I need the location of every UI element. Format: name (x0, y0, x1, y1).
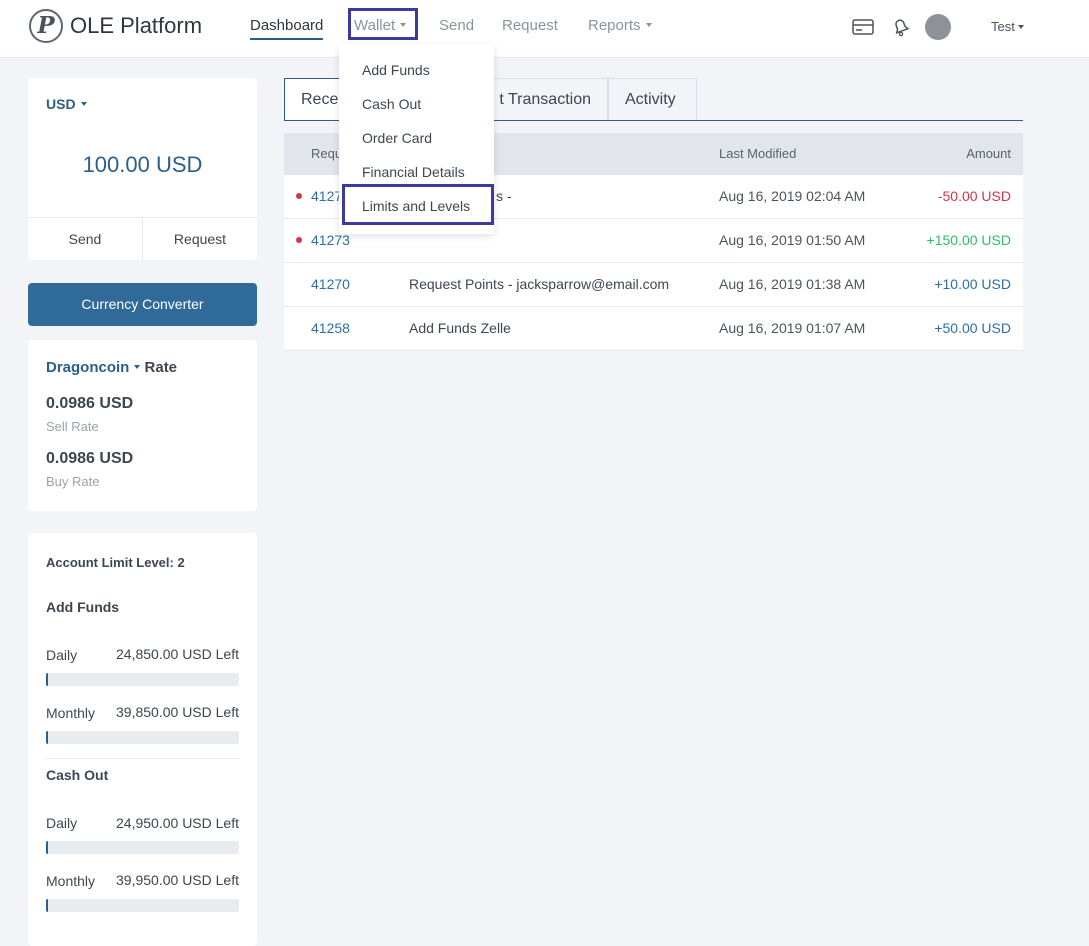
card-icon[interactable] (851, 15, 875, 39)
cash-out-section-title: Cash Out (46, 767, 109, 783)
cash-out-daily-label: Daily (46, 815, 78, 831)
chevron-down-icon (1017, 24, 1024, 29)
transaction-date: Aug 16, 2019 02:04 AM (719, 188, 866, 204)
rate-title: Dragoncoin Rate (46, 359, 177, 376)
add-funds-daily-label: Daily (46, 647, 78, 663)
add-funds-daily-value: 24,850.00 USD Left (116, 646, 239, 662)
menu-item-add-funds[interactable]: Add Funds (362, 62, 430, 78)
cash-out-monthly-label: Monthly (46, 873, 96, 889)
currency-select[interactable]: USD (46, 96, 87, 112)
currency-label: USD (46, 96, 76, 112)
bell-icon[interactable] (889, 15, 913, 39)
user-menu[interactable]: Test (991, 19, 1024, 34)
transaction-date: Aug 16, 2019 01:07 AM (719, 320, 866, 336)
menu-item-financial-details[interactable]: Financial Details (362, 164, 465, 180)
menu-item-cash-out[interactable]: Cash Out (362, 96, 421, 112)
add-funds-monthly-label: Monthly (46, 705, 96, 721)
unread-dot-icon (296, 193, 302, 199)
transaction-amount: +10.00 USD (934, 276, 1011, 292)
transaction-date: Aug 16, 2019 01:38 AM (719, 276, 866, 292)
transaction-date: Aug 16, 2019 01:50 AM (719, 232, 866, 248)
account-limit-level: Account Limit Level: 2 (46, 555, 185, 570)
add-funds-section-title: Add Funds (46, 599, 120, 615)
coin-select[interactable]: Dragoncoin (46, 359, 141, 376)
logo[interactable]: P OLE Platform (29, 9, 202, 43)
sell-rate-label: Sell Rate (46, 419, 99, 434)
cash-out-daily-value: 24,950.00 USD Left (116, 815, 239, 831)
limits-card: Account Limit Level: 2 Add Funds Daily 2… (28, 533, 257, 946)
divider (46, 758, 239, 759)
avatar[interactable] (925, 14, 951, 40)
buy-rate-value: 0.0986 USD (46, 450, 134, 467)
progress-fill (46, 899, 48, 912)
balance-actions: Send Request (28, 217, 257, 260)
chevron-down-icon (134, 365, 141, 370)
progress-fill (46, 731, 48, 744)
cash-out-daily-progress (46, 841, 239, 854)
balance-amount: 100.00 USD (82, 152, 203, 177)
rate-title-suffix: Rate (144, 359, 178, 376)
transaction-description: s - (496, 188, 512, 204)
request-button[interactable]: Request (142, 218, 257, 260)
user-name: Test (991, 19, 1015, 34)
add-funds-monthly-value: 39,850.00 USD Left (116, 704, 239, 720)
brand-name: OLE Platform (70, 13, 203, 38)
wallet-dropdown-menu: Add Funds Cash Out Order Card Financial … (339, 44, 494, 234)
progress-fill (46, 673, 48, 686)
top-header: P OLE Platform Dashboard Wallet Send Req… (0, 0, 1089, 58)
add-funds-daily-progress (46, 673, 239, 686)
nav-send[interactable]: Send (439, 16, 474, 38)
nav-dashboard[interactable]: Dashboard (250, 16, 324, 40)
limit-level-value: 2 (177, 555, 185, 570)
buy-rate-label: Buy Rate (46, 474, 100, 489)
limit-level-label: Account Limit Level: (46, 555, 174, 570)
header-last-modified[interactable]: Last Modified (719, 133, 796, 175)
transaction-amount: +150.00 USD (926, 232, 1011, 248)
limits-highlight-box (342, 184, 494, 225)
cash-out-monthly-progress (46, 899, 239, 912)
table-row[interactable]: 41270 Request Points - jacksparrow@email… (284, 263, 1023, 307)
coin-name: Dragoncoin (46, 359, 130, 376)
transaction-amount: -50.00 USD (937, 188, 1011, 204)
logo-letter: P (37, 12, 55, 39)
chevron-down-icon (645, 23, 652, 28)
header-amount[interactable]: Amount (966, 133, 1011, 175)
transaction-id[interactable]: 4127 (311, 175, 342, 218)
cash-out-monthly-value: 39,950.00 USD Left (116, 872, 239, 888)
chevron-down-icon (80, 102, 87, 107)
transaction-id[interactable]: 41270 (311, 263, 350, 306)
transaction-description: Add Funds Zelle (409, 320, 511, 336)
rate-card: Dragoncoin Rate 0.0986 USD Sell Rate 0.0… (28, 340, 257, 511)
logo-icon: P (29, 9, 63, 43)
menu-item-order-card[interactable]: Order Card (362, 130, 432, 146)
transaction-description: Request Points - jacksparrow@email.com (409, 276, 670, 292)
send-button[interactable]: Send (28, 218, 142, 260)
transaction-amount: +50.00 USD (934, 320, 1011, 336)
tab-activity[interactable]: Activity (608, 78, 697, 120)
transaction-id[interactable]: 41258 (311, 307, 350, 350)
balance-card: USD 100.00 USD Send Request (28, 78, 257, 260)
header-id[interactable]: Requ (311, 133, 342, 175)
nav-reports[interactable]: Reports (588, 16, 652, 38)
add-funds-monthly-progress (46, 731, 239, 744)
sell-rate-value: 0.0986 USD (46, 395, 134, 412)
nav-reports-label: Reports (588, 17, 641, 34)
wallet-highlight-box (348, 8, 418, 40)
unread-dot-icon (296, 237, 302, 243)
progress-fill (46, 841, 48, 854)
table-row[interactable]: 41258 Add Funds Zelle Aug 16, 2019 01:07… (284, 307, 1023, 351)
nav-request[interactable]: Request (502, 16, 558, 38)
currency-converter-button[interactable]: Currency Converter (28, 283, 257, 326)
